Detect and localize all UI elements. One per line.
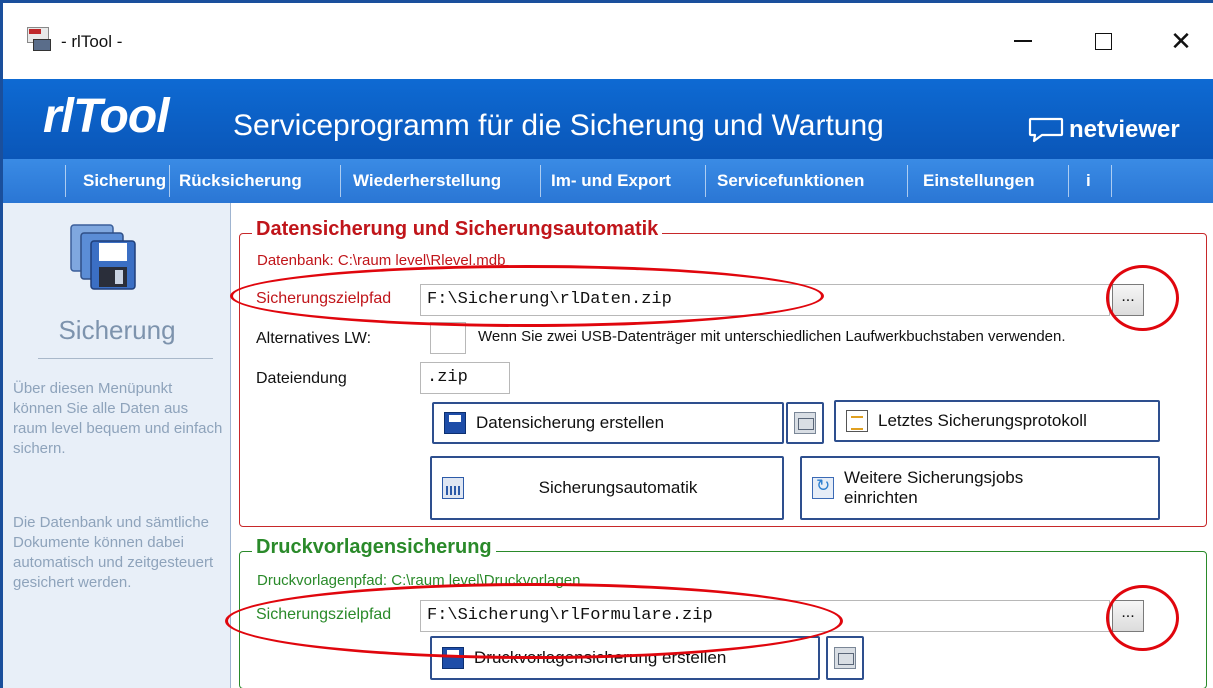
brand-logo: rlTool [43, 90, 170, 143]
templates-group-title: Druckvorlagensicherung [252, 536, 496, 559]
maximize-button[interactable] [1083, 25, 1123, 57]
templates-group: Druckvorlagensicherung Druckvorlagenpfad… [239, 536, 1207, 688]
extension-label: Dateiendung [256, 370, 347, 387]
envelope-icon [834, 647, 856, 669]
backup-group: Datensicherung und Sicherungsautomatik D… [239, 218, 1207, 527]
create-templates-backup-button[interactable]: Druckvorlagensicherung erstellen [430, 636, 820, 680]
title-bar: - rlTool - ✕ [3, 3, 1213, 79]
menu-item-im-und-export[interactable]: Im- und Export [543, 159, 679, 203]
extension-field[interactable]: .zip [420, 362, 510, 394]
alt-drive-hint: Wenn Sie zwei USB-Datenträger mit unters… [478, 328, 1066, 345]
automation-button[interactable]: Sicherungsautomatik [430, 456, 784, 520]
templates-target-field[interactable]: F:\Sicherung\rlFormulare.zip [420, 600, 1110, 632]
app-banner: rlTool Serviceprogramm für die Sicherung… [3, 79, 1213, 159]
minimize-icon [1014, 40, 1032, 42]
menu-separator [907, 165, 908, 197]
more-jobs-label: Weitere Sicherungsjobs einrichten [844, 468, 1024, 507]
templates-path: Druckvorlagenpfad: C:\raum level\Druckvo… [257, 572, 581, 589]
minimize-button[interactable] [1003, 25, 1043, 57]
maximize-icon [1094, 32, 1112, 50]
automation-label: Sicherungsautomatik [538, 478, 698, 497]
sidebar-description-1: Über diesen Menüpunkt können Sie alle Da… [13, 380, 223, 457]
email-backup-button[interactable] [786, 402, 824, 444]
banner-tagline: Serviceprogramm für die Sicherung und Wa… [233, 109, 884, 142]
close-button[interactable]: ✕ [1161, 25, 1201, 57]
envelope-icon [794, 412, 816, 434]
sidebar-title: Sicherung [58, 315, 176, 345]
protocol-document-icon [846, 410, 868, 432]
menu-item-sicherung[interactable]: Sicherung [75, 159, 174, 203]
create-templates-backup-label: Druckvorlagensicherung erstellen [474, 648, 727, 667]
menu-item-servicefunktionen[interactable]: Servicefunktionen [709, 159, 872, 203]
close-icon: ✕ [1170, 25, 1192, 56]
sidebar-divider [38, 358, 213, 359]
last-log-button[interactable]: Letztes Sicherungsprotokoll [834, 400, 1160, 442]
alt-drive-field[interactable] [430, 322, 466, 354]
backup-target-field[interactable]: F:\Sicherung\rlDaten.zip [420, 284, 1110, 316]
menu-separator [65, 165, 66, 197]
create-backup-label: Datensicherung erstellen [476, 413, 665, 432]
main-menu: Sicherung Rücksicherung Wiederherstellun… [3, 159, 1213, 203]
save-disk-icon [444, 412, 466, 434]
floppy-disks-icon [70, 224, 136, 290]
menu-item-einstellungen[interactable]: Einstellungen [915, 159, 1042, 203]
chat-bubble-icon [1028, 117, 1064, 143]
menu-separator [169, 165, 170, 197]
menu-item-info[interactable]: i [1078, 159, 1099, 203]
menu-separator [1111, 165, 1112, 197]
menu-separator [540, 165, 541, 197]
more-jobs-button[interactable]: Weitere Sicherungsjobs einrichten [800, 456, 1160, 520]
templates-target-label: Sicherungszielpfad [256, 606, 392, 623]
menu-item-wiederherstellung[interactable]: Wiederherstellung [345, 159, 509, 203]
backup-group-title: Datensicherung und Sicherungsautomatik [252, 218, 663, 241]
scheduler-icon [442, 477, 464, 499]
menu-separator [340, 165, 341, 197]
partner-logo: netviewer [1069, 116, 1180, 143]
menu-item-ruecksicherung[interactable]: Rücksicherung [171, 159, 310, 203]
database-path: Datenbank: C:\raum level\Rlevel.mdb [257, 252, 506, 269]
rltool-app-icon [27, 27, 55, 53]
alt-drive-label: Alternatives LW: [256, 330, 372, 347]
sidebar: Sicherung Über diesen Menüpunkt können S… [3, 203, 231, 688]
menu-separator [705, 165, 706, 197]
save-disk-icon [442, 647, 464, 669]
email-templates-button[interactable] [826, 636, 864, 680]
backup-jobs-icon [812, 476, 834, 499]
backup-target-label: Sicherungszielpfad [256, 290, 392, 307]
menu-separator [1068, 165, 1069, 197]
app-window: - rlTool - ✕ rlTool Serviceprogramm für … [0, 0, 1213, 688]
templates-browse-button[interactable]: ... [1112, 600, 1144, 632]
sidebar-description-2: Die Datenbank und sämtliche Dokumente kö… [13, 514, 214, 591]
window-title: - rlTool - [61, 32, 123, 51]
last-log-label: Letztes Sicherungsprotokoll [878, 411, 1087, 430]
backup-browse-button[interactable]: ... [1112, 284, 1144, 316]
create-backup-button[interactable]: Datensicherung erstellen [432, 402, 784, 444]
